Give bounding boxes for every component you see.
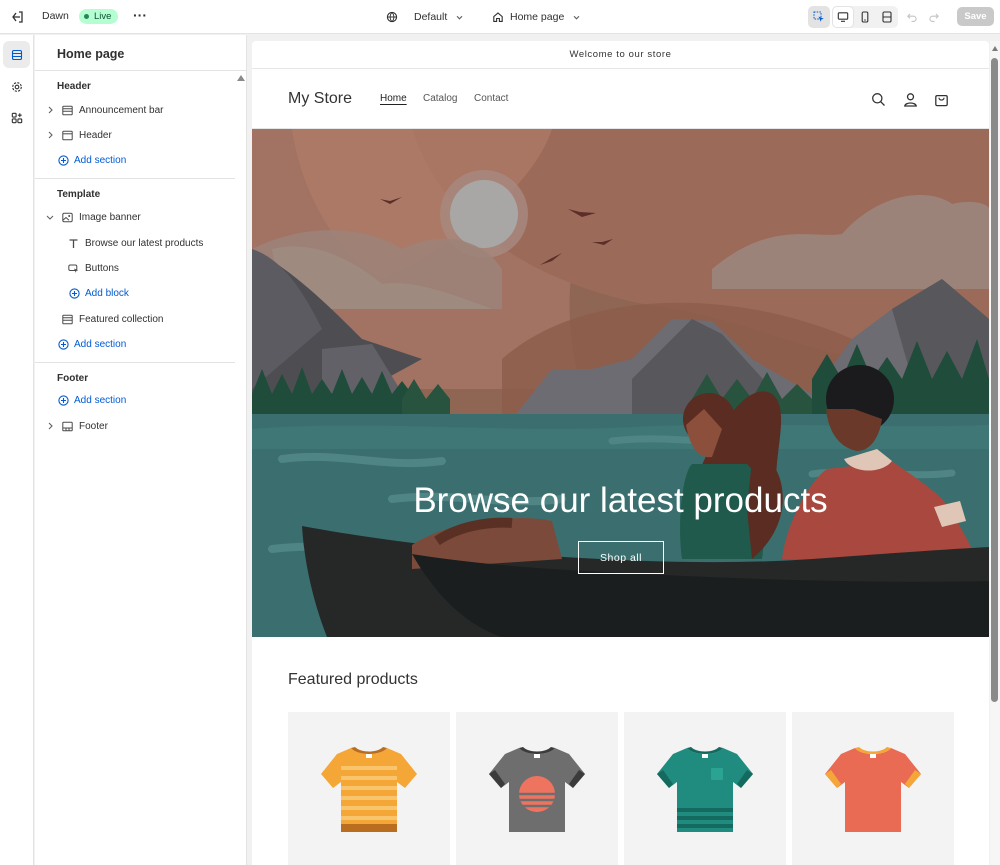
group-footer-label: Footer [57,373,89,384]
add-block-button[interactable]: Add block [69,283,129,303]
chevron-down-icon [573,15,580,20]
live-badge: Live [79,9,119,24]
fullscreen-icon[interactable] [876,6,898,28]
account-icon[interactable] [901,90,919,108]
chevron-right-icon[interactable] [45,106,55,114]
chevron-down-icon [456,15,463,20]
undo-icon[interactable] [903,8,921,26]
layout-icon [61,104,73,116]
nav-contact[interactable]: Contact [474,93,508,104]
redo-icon[interactable] [925,8,943,26]
chevron-down-icon[interactable] [45,214,55,221]
product-card[interactable] [456,712,618,865]
scroll-up-arrow[interactable] [237,75,245,81]
device-toggle [832,6,898,28]
cart-icon[interactable] [932,90,950,108]
add-section-label: Add section [74,338,127,350]
block-label: Buttons [85,262,119,274]
inspector-icon[interactable] [808,6,830,28]
group-template-label: Template [57,189,101,200]
chevron-right-icon[interactable] [45,131,55,139]
add-section-button[interactable]: Add section [58,334,126,354]
product-card[interactable] [624,712,786,865]
shop-all-button[interactable]: Shop all [578,541,664,574]
product-card[interactable] [792,712,954,865]
add-section-button[interactable]: Add section [58,150,126,170]
block-buttons[interactable]: Buttons [57,257,247,279]
section-header[interactable]: Header [45,124,235,146]
section-label: Header [79,129,112,141]
exit-icon[interactable] [8,8,26,26]
chevron-right-icon[interactable] [45,422,55,430]
plus-circle-icon [69,287,80,299]
divider [35,70,246,71]
tshirt-teal-image [657,747,753,832]
save-button[interactable]: Save [957,7,994,26]
view-tools [808,6,898,28]
store-logo[interactable]: My Store [288,90,352,108]
tshirt-coral-image [825,747,921,832]
editor-rail [0,35,34,865]
add-section-label: Add section [74,394,127,406]
mobile-icon[interactable] [854,6,876,28]
section-image-banner[interactable]: Image banner [45,206,235,228]
section-featured-collection[interactable]: Featured collection [45,308,235,330]
section-announcement-bar[interactable]: Announcement bar [45,99,235,121]
scroll-up-arrow[interactable] [992,46,998,51]
layout-icon [61,129,73,141]
block-label: Browse our latest products [85,237,204,249]
globe-icon [386,11,398,23]
featured-products-title: Featured products [288,671,418,688]
tshirt-gray-sunset-image [489,747,585,832]
section-footer[interactable]: Footer [45,415,235,437]
page-dropdown-label: Home page [510,11,565,23]
text-icon [67,237,79,249]
image-icon [61,211,73,223]
product-card[interactable] [288,712,450,865]
add-section-label: Add section [74,154,127,166]
template-dropdown-label: Default [414,11,448,23]
sections-sidebar: Home page Header Announcement bar Header… [35,35,247,865]
store-preview: Welcome to our store My Store Home Catal… [252,41,989,865]
banner-heading: Browse our latest products [413,481,828,520]
plus-circle-icon [58,338,69,350]
block-heading[interactable]: Browse our latest products [57,232,247,254]
nav-home[interactable]: Home [380,93,407,104]
editor-topbar: Dawn Live ··· Default Home page Save [0,0,1000,34]
section-label: Featured collection [79,313,164,325]
add-section-button[interactable]: Add section [58,390,126,410]
section-label: Footer [79,420,108,432]
divider [35,178,235,179]
apps-icon[interactable] [3,104,30,131]
home-icon [493,12,503,22]
tshirt-orange-striped-image [321,747,417,832]
add-block-label: Add block [85,287,129,299]
section-label: Image banner [79,211,141,223]
theme-name: Dawn [42,10,69,22]
plus-circle-icon [58,394,69,406]
sections-icon[interactable] [3,41,30,68]
nav-catalog[interactable]: Catalog [423,93,457,104]
image-banner[interactable]: Browse our latest products Shop all [252,129,989,637]
announcement-bar: Welcome to our store [252,41,989,69]
search-icon[interactable] [869,90,887,108]
button-icon [67,262,79,274]
scrollbar-thumb[interactable] [991,58,998,702]
template-dropdown[interactable]: Default [386,7,464,27]
page-title: Home page [57,47,125,61]
divider [35,362,235,363]
layout-icon [61,313,73,325]
group-header-label: Header [57,81,91,92]
settings-icon[interactable] [3,73,30,100]
more-icon[interactable]: ··· [131,7,149,25]
page-dropdown[interactable]: Home page [492,7,581,27]
desktop-icon[interactable] [832,6,854,28]
plus-circle-icon [58,154,69,166]
section-label: Announcement bar [79,104,164,116]
layout-icon [61,420,73,432]
